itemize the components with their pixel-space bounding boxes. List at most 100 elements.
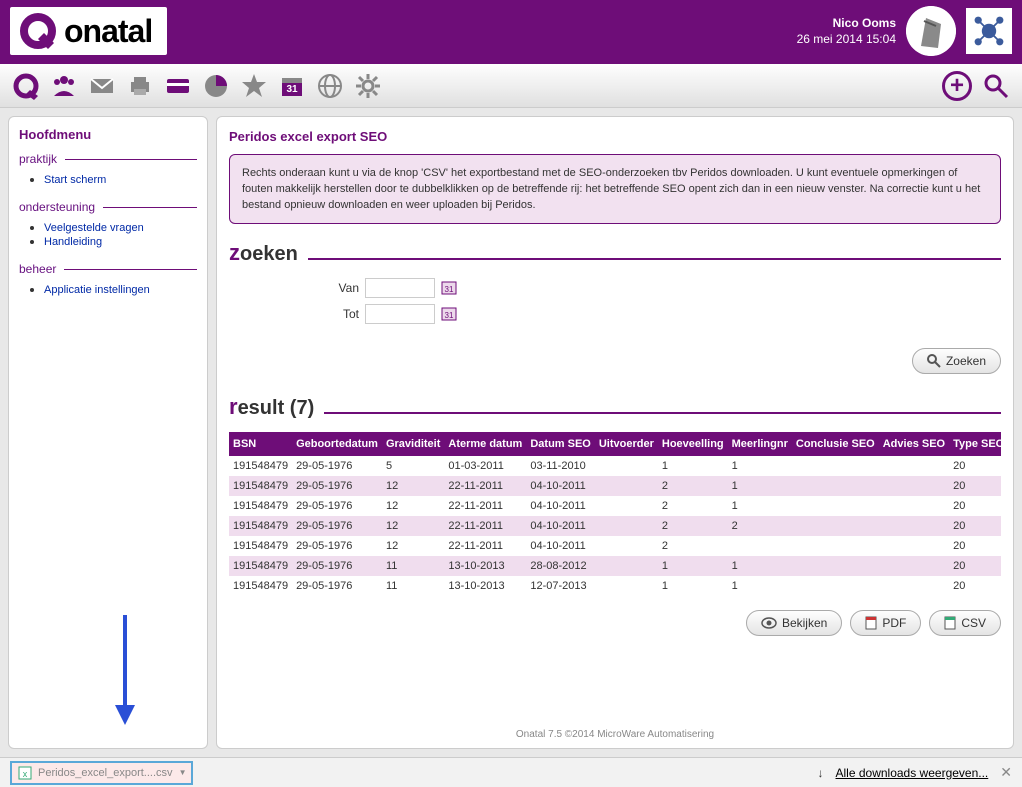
refresh-icon[interactable] bbox=[10, 70, 42, 102]
column-header[interactable]: Datum SEO bbox=[526, 432, 595, 456]
card-icon[interactable] bbox=[162, 70, 194, 102]
sidebar-link-app-instellingen[interactable]: Applicatie instellingen bbox=[44, 284, 150, 296]
table-row[interactable]: 19154847929-05-19761113-10-201328-08-201… bbox=[229, 556, 1001, 576]
pdf-button[interactable]: PDF bbox=[850, 610, 921, 636]
gear-icon[interactable] bbox=[352, 70, 384, 102]
excel-file-icon: x bbox=[18, 766, 32, 780]
close-icon[interactable]: ✕ bbox=[1000, 764, 1012, 781]
column-header[interactable]: Graviditeit bbox=[382, 432, 444, 456]
table-row[interactable]: 19154847929-05-1976501-03-201103-11-2010… bbox=[229, 456, 1001, 476]
network-icon[interactable] bbox=[966, 8, 1012, 54]
table-row[interactable]: 19154847929-05-19761222-11-201104-10-201… bbox=[229, 536, 1001, 556]
search-icon[interactable] bbox=[980, 70, 1012, 102]
table-cell: 1 bbox=[728, 576, 792, 596]
table-cell: 1 bbox=[728, 476, 792, 496]
download-file-chip[interactable]: x Peridos_excel_export....csv ▼ bbox=[10, 761, 193, 785]
svg-text:31: 31 bbox=[445, 311, 454, 320]
table-cell: 12 bbox=[382, 476, 444, 496]
sidebar-item: Handleiding bbox=[44, 234, 197, 248]
sidebar-item: Veelgestelde vragen bbox=[44, 220, 197, 234]
table-cell bbox=[879, 456, 949, 476]
table-cell bbox=[595, 496, 658, 516]
add-button[interactable]: + bbox=[942, 71, 972, 101]
table-row[interactable]: 19154847929-05-19761113-10-201312-07-201… bbox=[229, 576, 1001, 596]
column-header[interactable]: Aterme datum bbox=[444, 432, 526, 456]
table-cell: 22-11-2011 bbox=[444, 496, 526, 516]
table-cell: 29-05-1976 bbox=[292, 456, 382, 476]
table-cell bbox=[792, 496, 879, 516]
table-cell: 191548479 bbox=[229, 516, 292, 536]
table-cell: 5 bbox=[382, 456, 444, 476]
svg-text:x: x bbox=[23, 769, 28, 779]
column-header[interactable]: Geboortedatum bbox=[292, 432, 382, 456]
table-cell bbox=[595, 576, 658, 596]
table-cell: 12 bbox=[382, 496, 444, 516]
table-cell: 22-11-2011 bbox=[444, 516, 526, 536]
csv-button[interactable]: CSV bbox=[929, 610, 1001, 636]
table-cell bbox=[879, 556, 949, 576]
table-cell bbox=[595, 476, 658, 496]
table-cell bbox=[792, 576, 879, 596]
table-cell bbox=[792, 556, 879, 576]
zoeken-button[interactable]: Zoeken bbox=[912, 348, 1001, 374]
table-cell: 2 bbox=[658, 476, 728, 496]
download-arrow-icon: ↓ bbox=[818, 766, 824, 780]
sidebar-title: Hoofdmenu bbox=[19, 127, 197, 142]
table-cell: 12 bbox=[382, 536, 444, 556]
tot-label: Tot bbox=[329, 307, 359, 321]
people-icon[interactable] bbox=[48, 70, 80, 102]
table-cell bbox=[879, 576, 949, 596]
table-cell: 20 bbox=[949, 556, 1001, 576]
column-header[interactable]: Type SEO bbox=[949, 432, 1001, 456]
table-cell bbox=[792, 456, 879, 476]
van-input[interactable] bbox=[365, 278, 435, 298]
globe-icon[interactable] bbox=[314, 70, 346, 102]
table-cell bbox=[595, 456, 658, 476]
column-header[interactable]: Hoeveelling bbox=[658, 432, 728, 456]
app-header: onatal Nico Ooms 26 mei 2014 15:04 bbox=[0, 0, 1022, 62]
sidebar-link-start-scherm[interactable]: Start scherm bbox=[44, 174, 106, 186]
table-cell: 20 bbox=[949, 576, 1001, 596]
column-header[interactable]: Advies SEO bbox=[879, 432, 949, 456]
table-cell: 1 bbox=[728, 456, 792, 476]
results-table: BSNGeboortedatumGraviditeitAterme datumD… bbox=[229, 432, 1001, 596]
calendar-icon[interactable]: 31 bbox=[276, 70, 308, 102]
table-cell: 2 bbox=[728, 516, 792, 536]
table-row[interactable]: 19154847929-05-19761222-11-201104-10-201… bbox=[229, 476, 1001, 496]
user-name: Nico Ooms bbox=[797, 15, 896, 31]
table-row[interactable]: 19154847929-05-19761222-11-201104-10-201… bbox=[229, 496, 1001, 516]
sidebar-link-handleiding[interactable]: Handleiding bbox=[44, 236, 102, 248]
calendar-picker-van-icon[interactable]: 31 bbox=[441, 280, 457, 296]
table-cell: 11 bbox=[382, 576, 444, 596]
column-header[interactable]: Conclusie SEO bbox=[792, 432, 879, 456]
column-header[interactable]: Uitvoerder bbox=[595, 432, 658, 456]
table-cell: 191548479 bbox=[229, 556, 292, 576]
tot-input[interactable] bbox=[365, 304, 435, 324]
print-icon[interactable] bbox=[124, 70, 156, 102]
table-cell bbox=[879, 516, 949, 536]
column-header[interactable]: Meerlingnr bbox=[728, 432, 792, 456]
sidebar-link-faq[interactable]: Veelgestelde vragen bbox=[44, 222, 144, 234]
table-cell: 1 bbox=[658, 576, 728, 596]
table-cell: 1 bbox=[728, 556, 792, 576]
table-cell bbox=[879, 476, 949, 496]
table-row[interactable]: 19154847929-05-19761222-11-201104-10-201… bbox=[229, 516, 1001, 536]
avatar[interactable] bbox=[906, 6, 956, 56]
table-cell: 2 bbox=[658, 496, 728, 516]
menu-section-beheer: beheer bbox=[19, 262, 197, 276]
table-cell: 20 bbox=[949, 516, 1001, 536]
table-cell: 12-07-2013 bbox=[526, 576, 595, 596]
table-cell: 13-10-2013 bbox=[444, 576, 526, 596]
svg-text:31: 31 bbox=[445, 285, 454, 294]
column-header[interactable]: BSN bbox=[229, 432, 292, 456]
table-cell: 29-05-1976 bbox=[292, 556, 382, 576]
info-box: Rechts onderaan kunt u via de knop 'CSV'… bbox=[229, 154, 1001, 224]
star-icon[interactable] bbox=[238, 70, 270, 102]
mail-icon[interactable] bbox=[86, 70, 118, 102]
menu-section-praktijk: praktijk bbox=[19, 152, 197, 166]
calendar-picker-tot-icon[interactable]: 31 bbox=[441, 306, 457, 322]
pie-chart-icon[interactable] bbox=[200, 70, 232, 102]
show-all-downloads-link[interactable]: Alle downloads weergeven... bbox=[836, 766, 989, 780]
bekijken-button[interactable]: Bekijken bbox=[746, 610, 842, 636]
user-info: Nico Ooms 26 mei 2014 15:04 bbox=[797, 15, 896, 47]
